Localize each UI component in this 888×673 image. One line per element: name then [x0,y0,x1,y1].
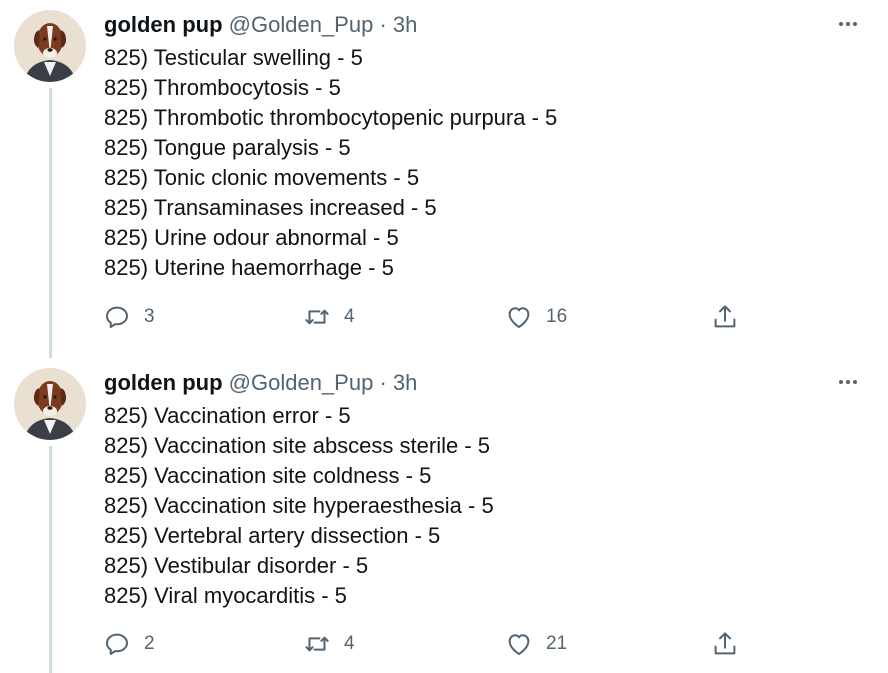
tweet-text: 825) Vaccination error - 5 825) Vaccinat… [104,401,494,611]
reply-count: 3 [144,306,155,327]
tweet-text-line: 825) Thrombotic thrombocytopenic purpura… [104,105,558,130]
dog-portrait-avatar-image [14,10,86,82]
tweet[interactable]: golden pup @Golden_Pup · 3h 825) Testicu… [0,0,888,358]
tweet-header: golden pup @Golden_Pup · 3h [104,369,417,397]
tweet-text-line: 825) Vaccination site abscess sterile - … [104,433,490,458]
avatar[interactable] [14,10,86,82]
tweet-text-line: 825) Vaccination error - 5 [104,403,351,428]
reply-button[interactable]: 2 [102,624,155,664]
tweet-text-line: 825) Urine odour abnormal - 5 [104,225,399,250]
like-button[interactable]: 21 [504,624,567,664]
tweet-text-line: 825) Vestibular disorder - 5 [104,553,369,578]
separator-dot: · [379,12,387,37]
tweet-text-line: 825) Vaccination site hyperaesthesia - 5 [104,493,494,518]
tweet-text-line: 825) Thrombocytosis - 5 [104,75,341,100]
share-button[interactable] [710,624,740,664]
retweet-count: 4 [344,306,355,327]
tweet-header: golden pup @Golden_Pup · 3h [104,11,417,39]
tweet-actions: 3 4 16 [0,297,888,337]
reply-icon [106,633,128,655]
heart-icon [508,307,530,328]
tweet-text-line: 825) Testicular swelling - 5 [104,45,363,70]
share-icon [714,305,736,328]
retweet-count: 4 [344,633,355,654]
tweet-text-line: 825) Uterine haemorrhage - 5 [104,255,394,280]
like-count: 21 [546,633,568,654]
retweet-button[interactable]: 4 [302,624,355,664]
heart-icon [508,634,530,655]
timestamp[interactable]: 3h [393,370,417,395]
separator-dot: · [379,370,387,395]
tweet-actions: 2 4 21 [0,624,888,664]
tweet-text-line: 825) Tongue paralysis - 5 [104,135,351,160]
more-icon[interactable] [834,370,862,394]
display-name[interactable]: golden pup [104,12,223,37]
retweet-icon [305,309,329,325]
timestamp[interactable]: 3h [393,12,417,37]
reply-count: 2 [144,633,155,654]
dog-portrait-avatar-image [14,368,86,440]
tweet[interactable]: golden pup @Golden_Pup · 3h 825) Vaccina… [0,358,888,673]
share-button[interactable] [710,297,740,337]
retweet-icon [305,636,329,652]
display-name[interactable]: golden pup [104,370,223,395]
tweet-text: 825) Testicular swelling - 5 825) Thromb… [104,43,557,283]
tweet-text-line: 825) Transaminases increased - 5 [104,195,437,220]
reply-icon [106,306,128,328]
like-button[interactable]: 16 [504,297,567,337]
tweet-text-line: 825) Viral myocarditis - 5 [104,583,347,608]
share-icon [714,632,736,655]
avatar[interactable] [14,368,86,440]
more-icon[interactable] [834,12,862,36]
tweet-text-line: 825) Vaccination site coldness - 5 [104,463,432,488]
user-handle[interactable]: @Golden_Pup [229,370,374,395]
retweet-button[interactable]: 4 [302,297,355,337]
tweet-text-line: 825) Vertebral artery dissection - 5 [104,523,441,548]
like-count: 16 [546,306,568,327]
tweet-text-line: 825) Tonic clonic movements - 5 [104,165,420,190]
reply-button[interactable]: 3 [102,297,155,337]
user-handle[interactable]: @Golden_Pup [229,12,374,37]
